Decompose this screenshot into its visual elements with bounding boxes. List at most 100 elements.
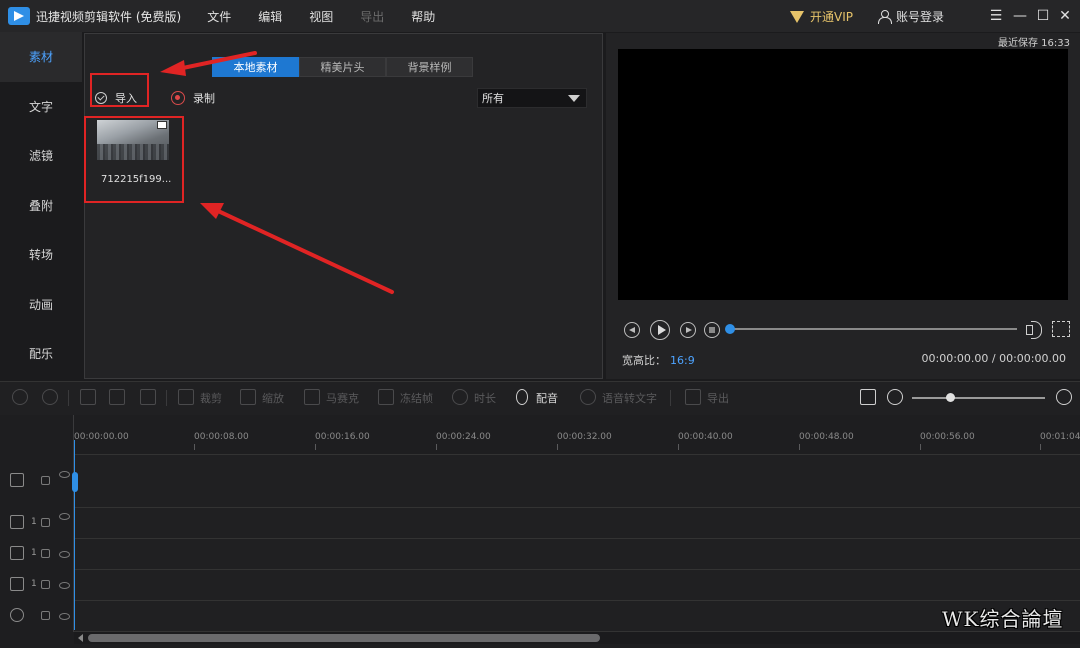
timeline-ruler[interactable]: 00:00:00.00 00:00:08.00 00:00:16.00 00:0…: [74, 415, 1080, 455]
timeline-zoom-slider[interactable]: [912, 397, 1045, 399]
duration-label[interactable]: 时长: [474, 390, 496, 406]
tick-mark: [678, 444, 679, 450]
speaker-icon[interactable]: [59, 613, 70, 620]
tick-label: 00:00:00.00: [74, 432, 129, 442]
sidebar-item-transition[interactable]: 转场: [0, 230, 82, 280]
vip-label: 开通VIP: [810, 10, 853, 24]
eye-icon[interactable]: [59, 513, 70, 520]
maximize-icon[interactable]: ☐: [1032, 0, 1054, 32]
scroll-left-icon[interactable]: [78, 634, 83, 642]
speaker-icon[interactable]: [59, 582, 70, 589]
material-tabs: 本地素材 精美片头 背景样例: [212, 57, 473, 77]
track-number: 1: [31, 548, 37, 558]
redo-icon[interactable]: [42, 389, 58, 405]
tick-label: 00:00:40.00: [678, 432, 733, 442]
play-icon[interactable]: [650, 320, 670, 340]
music-note-icon: [10, 577, 24, 591]
film-overlay-icon: [10, 515, 24, 529]
menu-view[interactable]: 视图: [309, 8, 333, 25]
aspect-ratio-value[interactable]: 16:9: [670, 354, 695, 367]
speech-to-text-icon[interactable]: [580, 389, 596, 405]
sidebar-item-text[interactable]: 文字: [0, 82, 82, 132]
title-bar: 迅捷视频剪辑软件 (免费版) 文件 编辑 视图 导出 帮助 开通VIP 账号登录…: [0, 0, 1080, 32]
tab-local-material[interactable]: 本地素材: [212, 57, 299, 77]
export-label[interactable]: 导出: [707, 390, 729, 406]
dub-label[interactable]: 配音: [536, 390, 558, 406]
tab-background[interactable]: 背景样例: [386, 57, 473, 77]
track-number: 1: [31, 517, 37, 527]
sidebar-item-filter[interactable]: 滤镜: [0, 131, 82, 181]
minimize-icon[interactable]: —: [1009, 0, 1031, 32]
mosaic-label[interactable]: 马赛克: [326, 390, 359, 406]
tick-mark: [194, 444, 195, 450]
lock-icon[interactable]: [41, 476, 50, 485]
stop-icon[interactable]: [704, 322, 720, 338]
left-sidebar: 素材 文字 滤镜 叠附 转场 动画 配乐: [0, 32, 82, 380]
filter-select[interactable]: 所有: [477, 88, 587, 108]
video-preview[interactable]: [618, 49, 1068, 300]
edit-icon[interactable]: [80, 389, 96, 405]
lock-icon[interactable]: [41, 518, 50, 527]
delete-icon[interactable]: [140, 389, 156, 405]
scissors-icon[interactable]: [109, 389, 125, 405]
menu-export[interactable]: 导出: [360, 8, 384, 25]
seek-bar[interactable]: [730, 328, 1017, 330]
speech-to-text-label[interactable]: 语音转文字: [602, 390, 657, 406]
playhead-handle[interactable]: [72, 472, 78, 492]
sidebar-item-material[interactable]: 素材: [0, 32, 82, 82]
export-icon[interactable]: [685, 389, 701, 405]
tick-label: 00:01:04: [1040, 432, 1080, 442]
music-track[interactable]: [74, 570, 1080, 601]
lock-icon[interactable]: [41, 580, 50, 589]
video-overlay-track[interactable]: [74, 508, 1080, 539]
zoom-clip-label[interactable]: 缩放: [262, 390, 284, 406]
sidebar-item-overlay[interactable]: 叠附: [0, 181, 82, 231]
crop-label[interactable]: 裁剪: [200, 390, 222, 406]
tab-intro[interactable]: 精美片头: [299, 57, 386, 77]
sidebar-item-animation[interactable]: 动画: [0, 280, 82, 330]
fullscreen-icon[interactable]: [1052, 321, 1070, 337]
text-track[interactable]: [74, 539, 1080, 570]
menu-help[interactable]: 帮助: [411, 8, 435, 25]
microphone-icon[interactable]: [516, 389, 528, 405]
tick-mark: [1040, 444, 1041, 450]
sidebar-item-music[interactable]: 配乐: [0, 329, 82, 379]
seek-handle[interactable]: [725, 324, 735, 334]
tick-mark: [920, 444, 921, 450]
next-frame-icon[interactable]: [680, 322, 696, 338]
menu-file[interactable]: 文件: [207, 8, 231, 25]
previous-frame-icon[interactable]: [624, 322, 640, 338]
clock-icon[interactable]: [452, 389, 468, 405]
vip-button[interactable]: 开通VIP: [790, 8, 853, 25]
dropdown-arrow-icon: [568, 95, 580, 102]
undo-icon[interactable]: [12, 389, 28, 405]
voice-track[interactable]: [74, 601, 1080, 632]
preview-panel: 最近保存 16:33 宽高比： 16:9 00:00:00.00 / 00:00:…: [606, 33, 1080, 379]
menu-edit[interactable]: 编辑: [258, 8, 282, 25]
crop-icon[interactable]: [178, 389, 194, 405]
hamburger-menu-icon[interactable]: ☰: [985, 0, 1007, 32]
eye-icon[interactable]: [59, 551, 70, 558]
eye-icon[interactable]: [59, 471, 70, 478]
timeline-scrollbar[interactable]: [74, 632, 1080, 644]
zoom-out-icon[interactable]: [887, 389, 903, 405]
video-main-track[interactable]: [74, 455, 1080, 508]
mosaic-icon[interactable]: [304, 389, 320, 405]
scrollbar-thumb[interactable]: [88, 634, 600, 642]
timeline-zoom-handle[interactable]: [946, 393, 955, 402]
playhead[interactable]: [74, 440, 75, 630]
tick-label: 00:00:56.00: [920, 432, 975, 442]
fit-timeline-icon[interactable]: [860, 389, 876, 405]
zoom-in-icon[interactable]: [1056, 389, 1072, 405]
lock-icon[interactable]: [41, 611, 50, 620]
login-button[interactable]: 账号登录: [878, 8, 944, 25]
zoom-clip-icon[interactable]: [240, 389, 256, 405]
freeze-frame-label[interactable]: 冻结帧: [400, 390, 433, 406]
lock-icon[interactable]: [41, 549, 50, 558]
freeze-frame-icon[interactable]: [378, 389, 394, 405]
record-label: 录制: [193, 92, 215, 105]
record-button[interactable]: 录制: [171, 90, 215, 106]
filter-value: 所有: [482, 92, 504, 105]
volume-icon[interactable]: [1026, 321, 1044, 339]
close-icon[interactable]: ✕: [1054, 0, 1076, 32]
